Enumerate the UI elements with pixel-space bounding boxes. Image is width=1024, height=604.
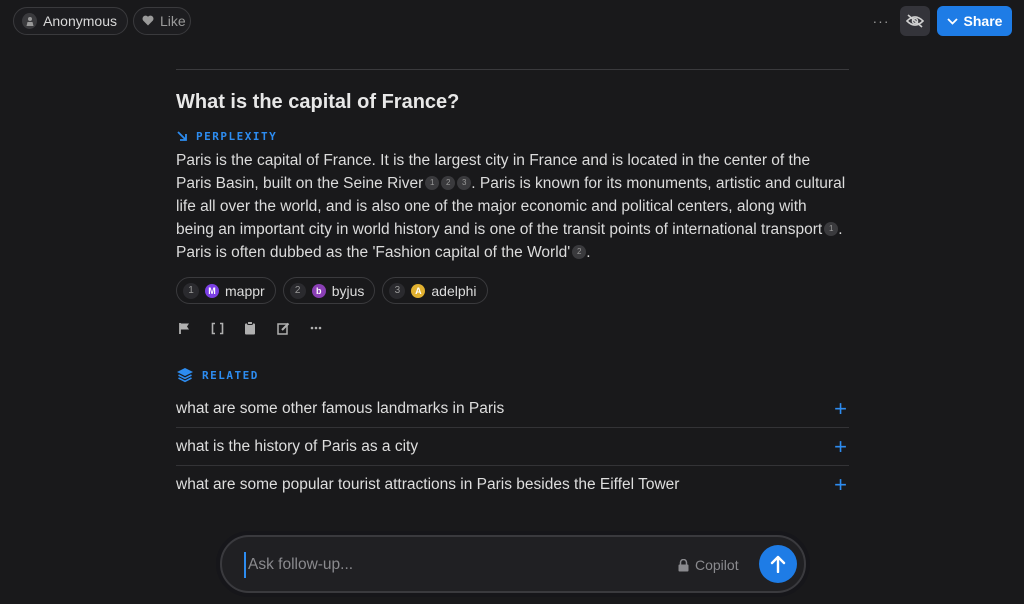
related-item[interactable]: what is the history of Paris as a city + <box>176 428 849 466</box>
source-number: 1 <box>183 282 199 299</box>
source-number: 3 <box>389 282 406 299</box>
source-name: byjus <box>331 282 365 299</box>
answer-source-label: PERPLEXITY <box>196 129 278 143</box>
followup-input[interactable] <box>244 552 624 578</box>
user-avatar-icon <box>22 13 38 29</box>
edit-icon <box>276 322 289 335</box>
flag-icon <box>178 322 189 334</box>
more-options-button[interactable]: ··· <box>870 10 892 32</box>
rewrite-button[interactable] <box>209 320 225 336</box>
citation-badge[interactable]: 2 <box>572 244 587 259</box>
thread-content: What is the capital of France? PERPLEXIT… <box>176 69 849 504</box>
user-label: Anonymous <box>43 13 117 29</box>
plus-icon[interactable]: + <box>834 474 847 496</box>
source-logo-icon: M <box>205 283 219 298</box>
top-bar: Anonymous Like ··· Share <box>0 0 1024 42</box>
more-icon: ··· <box>872 13 890 29</box>
layers-icon <box>177 368 193 383</box>
answer-segment: . <box>586 244 591 261</box>
related-list: what are some other famous landmarks in … <box>176 390 849 504</box>
visibility-toggle-button[interactable] <box>900 6 930 36</box>
related-header: RELATED <box>176 366 849 384</box>
share-button[interactable]: Share <box>937 6 1012 36</box>
followup-bar: Copilot <box>220 535 806 593</box>
more-icon <box>310 326 322 330</box>
question-title: What is the capital of France? <box>176 91 460 113</box>
related-item[interactable]: what are some popular tourist attraction… <box>176 466 849 504</box>
related-item[interactable]: what are some other famous landmarks in … <box>176 390 849 428</box>
citation-badge[interactable]: 3 <box>457 175 472 190</box>
source-chip[interactable]: 1 Mmappr <box>176 277 276 304</box>
lock-icon <box>678 558 689 571</box>
like-label: Like <box>160 13 186 29</box>
copilot-label: Copilot <box>695 557 739 573</box>
copy-button[interactable] <box>242 320 258 336</box>
heart-icon <box>142 13 154 29</box>
source-list: 1 Mmappr 2 b byjus 3 Aadelphi <box>176 277 849 304</box>
eye-off-icon <box>906 14 924 28</box>
citation-badge[interactable]: 2 <box>441 175 456 190</box>
source-number: 2 <box>289 282 306 299</box>
related-item-text: what are some popular tourist attraction… <box>176 476 680 493</box>
source-chip[interactable]: 3 Aadelphi <box>382 277 488 304</box>
user-pill[interactable]: Anonymous <box>13 7 128 35</box>
share-label: Share <box>963 13 1003 29</box>
source-logo-icon: A <box>411 283 426 298</box>
flag-button[interactable] <box>176 320 192 336</box>
plus-icon[interactable]: + <box>834 435 847 458</box>
answer-source-header: PERPLEXITY <box>176 128 849 144</box>
answer-text: Paris is the capital of France. It is th… <box>176 149 848 264</box>
edit-button[interactable] <box>275 320 291 336</box>
related-label: RELATED <box>202 368 259 382</box>
divider <box>176 69 849 70</box>
more-actions-button[interactable] <box>308 320 324 336</box>
citation-badge[interactable]: 1 <box>425 175 440 190</box>
arrow-up-icon <box>770 555 786 573</box>
chevron-down-icon <box>946 17 958 25</box>
source-logo-icon: b <box>311 283 326 298</box>
citation-badge[interactable]: 1 <box>824 221 839 236</box>
clipboard-icon <box>245 321 255 335</box>
source-chip[interactable]: 2 b byjus <box>282 277 376 304</box>
source-name: adelphi <box>431 282 477 299</box>
copilot-toggle[interactable]: Copilot <box>678 555 739 575</box>
brackets-icon <box>211 322 223 334</box>
source-name: mappr <box>225 282 265 299</box>
answer-actions <box>176 320 849 336</box>
related-item-text: what are some other famous landmarks in … <box>176 399 505 417</box>
related-item-text: what is the history of Paris as a city <box>176 437 419 455</box>
like-button[interactable]: Like <box>133 7 191 35</box>
plus-icon[interactable]: + <box>834 397 847 420</box>
send-button[interactable] <box>759 545 797 583</box>
arrow-down-right-icon <box>177 131 187 141</box>
